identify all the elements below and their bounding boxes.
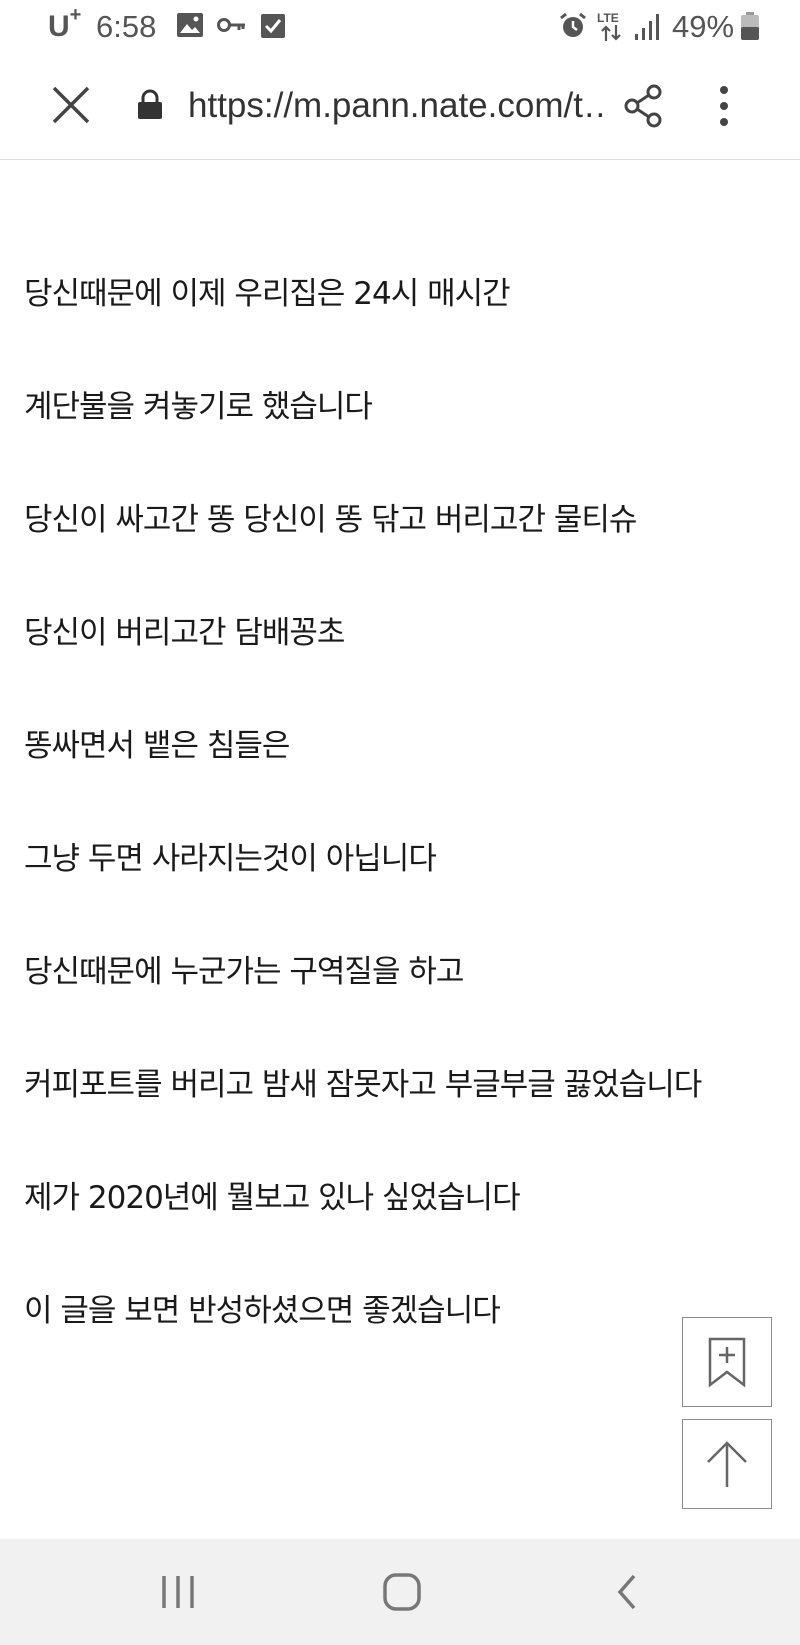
battery-percentage: 49% (672, 9, 735, 44)
key-icon (217, 18, 245, 32)
share-icon[interactable] (624, 84, 664, 128)
scroll-to-top-button[interactable] (682, 1419, 772, 1509)
article-line: 계단불을 켜놓기로 했습니다 (24, 389, 373, 425)
article-line: 당신이 버리고간 담배꽁초 (24, 615, 345, 651)
browser-toolbar: https://m.pann.nate.com/t… (0, 56, 800, 160)
bookmark-add-button[interactable] (682, 1317, 772, 1407)
lte-icon: LTE (597, 11, 625, 41)
image-icon (177, 13, 203, 37)
url-bar[interactable]: https://m.pann.nate.com/t… (188, 86, 608, 126)
arrow-up-icon (706, 1440, 747, 1487)
more-options-icon[interactable] (712, 84, 736, 128)
lock-icon (138, 89, 162, 119)
article-line: 당신이 싸고간 똥 당신이 똥 닦고 버리고간 물티슈 (24, 502, 637, 538)
home-icon[interactable] (382, 1572, 422, 1612)
bookmark-add-icon (708, 1337, 745, 1388)
back-icon[interactable] (612, 1572, 642, 1612)
signal-icon (635, 14, 659, 40)
close-icon[interactable] (48, 82, 94, 128)
alarm-icon (560, 12, 586, 37)
article-line: 커피포트를 버리고 밤새 잠못자고 부글부글 끓었습니다 (24, 1067, 702, 1103)
checkbox-icon (261, 14, 285, 38)
status-bar: U+ 6:58 LTE 49% (0, 0, 800, 56)
battery-icon (741, 12, 759, 40)
article-line: 제가 2020년에 뭘보고 있나 싶었습니다 (24, 1180, 521, 1216)
recent-apps-icon[interactable] (160, 1572, 196, 1612)
carrier-label: U+ (48, 4, 82, 43)
article-line: 똥싸면서 뱉은 침들은 (24, 728, 290, 764)
article-line: 이 글을 보면 반성하셨으면 좋겠습니다 (24, 1293, 501, 1329)
article-line: 당신때문에 이제 우리집은 24시 매시간 (24, 276, 511, 312)
navigation-bar (0, 1539, 800, 1645)
status-time: 6:58 (96, 9, 157, 44)
article-line: 당신때문에 누군가는 구역질을 하고 (24, 954, 464, 990)
article-line: 그냥 두면 사라지는것이 아닙니다 (24, 841, 437, 877)
